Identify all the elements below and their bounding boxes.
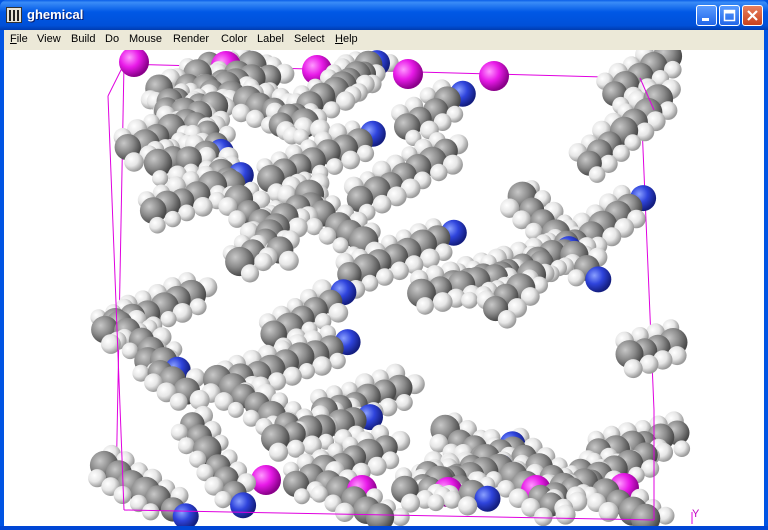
title-bar[interactable]: ghemical xyxy=(0,0,768,30)
hydrogen-atom xyxy=(555,504,576,525)
hydrogen-atom xyxy=(341,150,360,170)
hydrogen-atom xyxy=(293,488,310,505)
menu-color[interactable]: Color xyxy=(221,33,247,45)
hydrogen-atom xyxy=(416,297,434,315)
hydrogen-atom xyxy=(142,503,160,521)
hydrogen-atom xyxy=(177,437,195,455)
hydrogen-atom xyxy=(152,170,169,187)
nitrogen-atom xyxy=(230,492,257,519)
hydrogen-atom xyxy=(164,210,181,228)
hydrogen-atom xyxy=(673,440,691,458)
hydrogen-atom xyxy=(149,216,166,234)
hydrogen-atom xyxy=(588,166,606,183)
menu-view[interactable]: View xyxy=(37,33,61,45)
nitrogen-atom xyxy=(474,485,501,512)
minimize-button[interactable] xyxy=(696,5,717,26)
menu-do[interactable]: Do xyxy=(105,33,119,45)
hydrogen-atom xyxy=(623,359,643,379)
hydrogen-atom xyxy=(124,152,144,172)
box-edge xyxy=(115,63,125,491)
hydrogen-atom xyxy=(113,486,132,504)
menu-file[interactable]: File xyxy=(10,33,28,45)
molecule-viewport[interactable]: Y xyxy=(4,50,764,526)
hydrogen-atom xyxy=(461,291,478,309)
app-icon[interactable] xyxy=(6,7,22,23)
y-axis-label: Y xyxy=(692,508,700,520)
menu-render[interactable]: Render xyxy=(173,33,209,45)
hydrogen-atom xyxy=(169,393,188,411)
close-button[interactable] xyxy=(742,5,763,26)
menu-build[interactable]: Build xyxy=(71,33,95,45)
window-title: ghemical xyxy=(27,7,84,22)
hydrogen-atom xyxy=(376,268,394,286)
molecular-scene[interactable] xyxy=(4,50,764,526)
hydrogen-atom xyxy=(427,494,445,512)
hydrogen-atom xyxy=(567,269,585,287)
minimize-icon xyxy=(702,18,709,21)
hydrogen-atom xyxy=(395,394,413,411)
hydrogen-atom xyxy=(268,442,289,462)
maximize-button[interactable] xyxy=(719,5,740,26)
atoms-layer xyxy=(88,50,691,526)
close-icon xyxy=(747,10,758,21)
hydrogen-atom xyxy=(328,303,349,323)
maximize-icon xyxy=(723,9,736,22)
hydrogen-atom xyxy=(432,292,453,312)
hydrogen-atom xyxy=(430,163,448,182)
hydrogen-atom xyxy=(335,502,355,522)
hydrogen-atom xyxy=(497,310,517,329)
hydrogen-atom xyxy=(329,352,346,370)
window-bottom-border xyxy=(0,526,768,530)
menu-label[interactable]: Label xyxy=(257,33,284,45)
hydrogen-atom xyxy=(193,197,213,217)
hydrogen-atom xyxy=(391,508,410,526)
application-window: ghemical File View Build Do Mouse Render… xyxy=(0,0,768,530)
hydrogen-atom xyxy=(160,311,177,328)
hydrogen-atom xyxy=(214,491,232,509)
hydrogen-atom xyxy=(458,496,478,516)
magenta-atom xyxy=(479,61,509,91)
hydrogen-atom xyxy=(326,158,344,175)
menu-help[interactable]: Help xyxy=(335,33,358,45)
menu-mouse[interactable]: Mouse xyxy=(129,33,162,45)
hydrogen-atom xyxy=(227,401,244,418)
hydrogen-atom xyxy=(534,507,553,526)
magenta-atom xyxy=(393,59,423,89)
hydrogen-atom xyxy=(278,250,299,271)
hydrogen-atom xyxy=(240,264,260,283)
hydrogen-atom xyxy=(372,194,392,214)
menu-select[interactable]: Select xyxy=(294,33,325,45)
menu-bar: File View Build Do Mouse Render Color La… xyxy=(4,30,764,50)
nitrogen-atom xyxy=(585,266,612,293)
hydrogen-atom xyxy=(312,356,332,376)
